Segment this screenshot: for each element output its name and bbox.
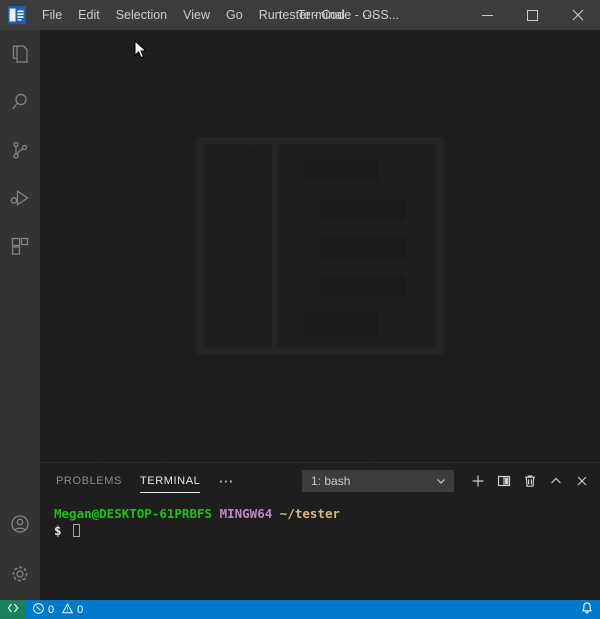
files-icon[interactable] (0, 30, 40, 78)
terminal-prompt-symbol: $ (54, 523, 62, 538)
vscode-book-icon (0, 0, 34, 30)
panel-actions: 1: bash (302, 469, 594, 493)
vscode-window: File Edit Selection View Go Run Terminal… (0, 0, 600, 619)
menu-item-edit[interactable]: Edit (70, 0, 108, 30)
gear-icon[interactable] (0, 550, 40, 598)
split-icon[interactable] (492, 469, 516, 493)
terminal-selector-value: 1: bash (311, 474, 435, 488)
warning-count: 0 (77, 604, 83, 616)
minimize-button[interactable] (465, 0, 510, 30)
terminal-prompt-shell: MINGW64 (220, 506, 273, 521)
run-and-debug-icon[interactable] (0, 174, 40, 222)
panel-header: PROBLEMS TERMINAL ⋯ 1: bash (40, 463, 600, 499)
tab-terminal[interactable]: TERMINAL (140, 463, 200, 499)
error-count: 0 (48, 604, 54, 616)
warning-triangle-icon (61, 602, 74, 618)
trash-icon[interactable] (518, 469, 542, 493)
activity-bar (0, 30, 40, 600)
remote-window-indicator[interactable] (0, 600, 26, 619)
error-circle-icon (32, 602, 45, 618)
menu-item-terminal[interactable]: Terminal (290, 0, 353, 30)
bell-icon (580, 601, 594, 618)
editor-area[interactable] (40, 30, 600, 462)
terminal-cursor (73, 524, 80, 537)
status-bar: 0 0 (0, 600, 600, 619)
terminal-prompt-line: Megan@DESKTOP-61PRBFS MINGW64 ~/tester (54, 505, 600, 522)
menu-item-run[interactable]: Run (251, 0, 290, 30)
terminal-prompt-user: Megan@DESKTOP-61PRBFS (54, 506, 212, 521)
chevron-down-icon (435, 475, 447, 487)
search-icon[interactable] (0, 78, 40, 126)
maximize-button[interactable] (510, 0, 555, 30)
remote-window-icon (6, 601, 20, 618)
panel-overflow-icon[interactable]: ⋯ (218, 463, 234, 499)
terminal-input-line: $ (54, 522, 600, 539)
terminal-output[interactable]: Megan@DESKTOP-61PRBFS MINGW64 ~/tester $ (40, 499, 600, 600)
menu-item-view[interactable]: View (175, 0, 218, 30)
menu-bar: File Edit Selection View Go Run Terminal… (34, 0, 386, 30)
account-icon[interactable] (0, 500, 40, 548)
plus-icon[interactable] (466, 469, 490, 493)
close-icon[interactable] (570, 469, 594, 493)
menu-item-file[interactable]: File (34, 0, 70, 30)
problems-status[interactable]: 0 0 (26, 600, 89, 619)
tab-problems[interactable]: PROBLEMS (56, 463, 122, 499)
source-control-icon[interactable] (0, 126, 40, 174)
menu-item-go[interactable]: Go (218, 0, 251, 30)
menu-overflow-icon[interactable]: ⋯ (353, 0, 386, 30)
terminal-selector[interactable]: 1: bash (302, 470, 454, 492)
extensions-icon[interactable] (0, 222, 40, 270)
window-controls (465, 0, 600, 30)
notifications-button[interactable] (574, 600, 600, 619)
open-book-watermark (196, 137, 444, 355)
chevron-up-icon[interactable] (544, 469, 568, 493)
status-bar-right (574, 600, 600, 619)
close-button[interactable] (555, 0, 600, 30)
terminal-prompt-path: ~/tester (280, 506, 340, 521)
bottom-panel: PROBLEMS TERMINAL ⋯ 1: bash (40, 462, 600, 600)
editor-and-panel: PROBLEMS TERMINAL ⋯ 1: bash (40, 30, 600, 600)
title-bar: File Edit Selection View Go Run Terminal… (0, 0, 600, 30)
menu-item-selection[interactable]: Selection (108, 0, 175, 30)
workbench-body: PROBLEMS TERMINAL ⋯ 1: bash (0, 30, 600, 600)
